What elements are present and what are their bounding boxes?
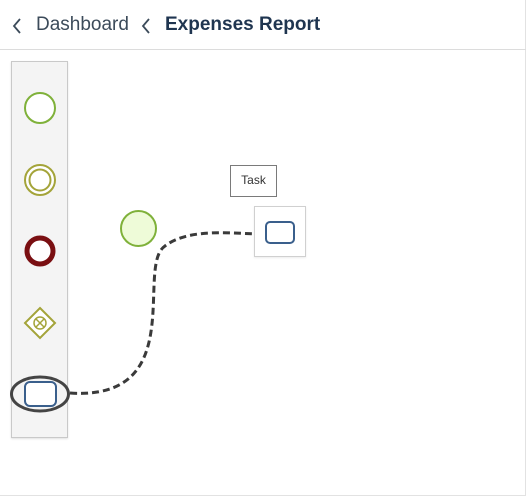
chevron-left-icon[interactable] [140,17,152,35]
chevron-left-icon[interactable] [11,17,23,35]
task-icon [265,221,295,244]
canvas-task-node[interactable] [254,206,306,257]
page-header: Dashboard Expenses Report [0,0,526,50]
drag-connector-arrow [69,229,265,395]
page-title: Expenses Report [165,14,321,35]
selection-highlight [10,375,70,413]
canvas-start-event[interactable] [120,210,157,247]
breadcrumb-dashboard[interactable]: Dashboard [36,13,129,37]
task-tooltip: Task [230,165,277,197]
diagram-canvas[interactable] [0,51,526,496]
